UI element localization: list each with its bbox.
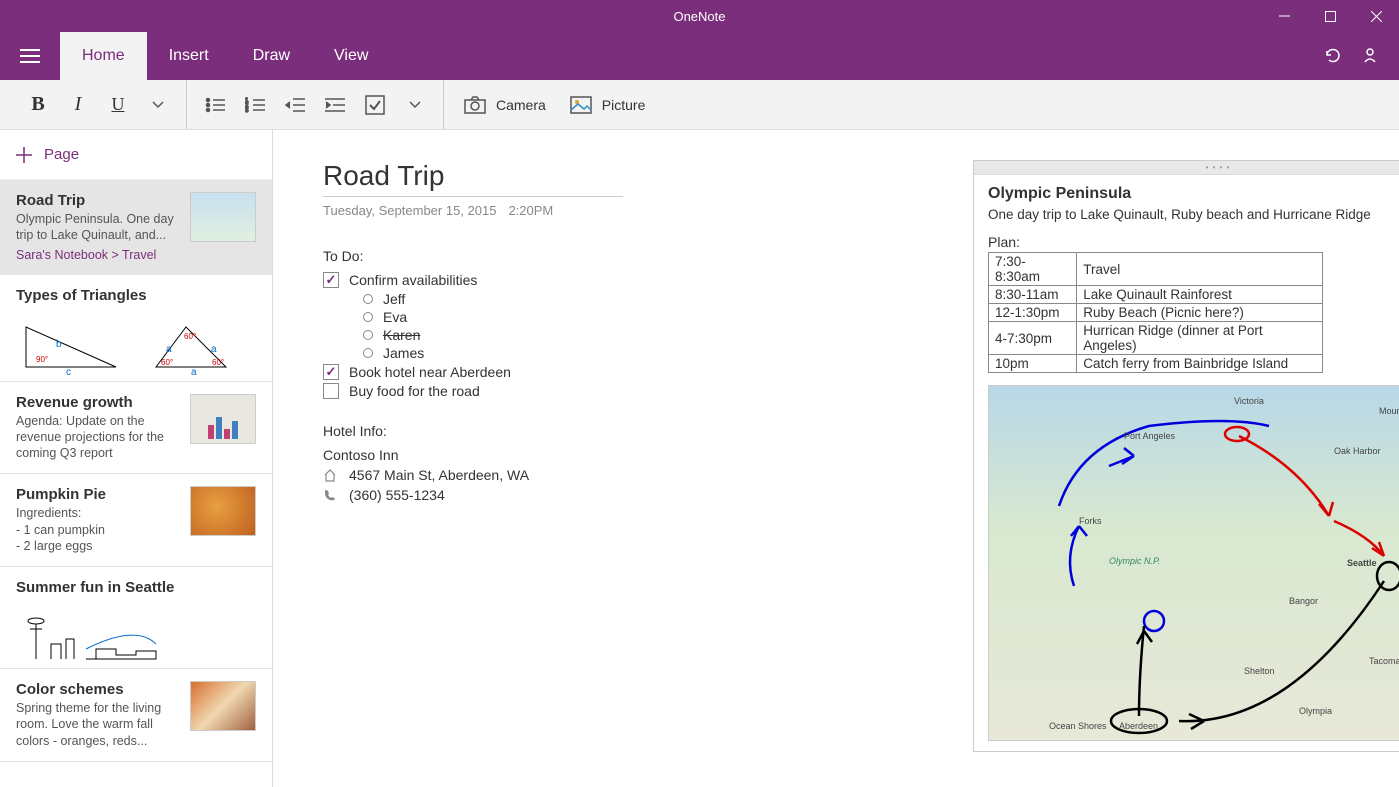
outdent-button[interactable] (275, 85, 315, 125)
home-icon (323, 468, 337, 482)
page-thumbnail (190, 486, 256, 536)
close-button[interactable] (1353, 0, 1399, 32)
page-item-snippet: Spring theme for the living room. Love t… (16, 700, 178, 749)
bullet-icon (363, 294, 373, 304)
plan-table: 7:30-8:30amTravel 8:30-11amLake Quinault… (988, 252, 1323, 373)
page-item-snippet: Olympic Peninsula. One day trip to Lake … (16, 211, 178, 244)
checkbox-icon[interactable] (323, 383, 339, 399)
ribbon-tabs: Home Insert Draw View (0, 32, 1399, 80)
ribbon-toolbar: B I U 123 Camera Picture (0, 80, 1399, 130)
tab-home[interactable]: Home (60, 32, 147, 80)
triangles-drawing: b 90° c 60° 60° 60° a a a (16, 306, 256, 388)
checkbox-icon[interactable] (323, 272, 339, 288)
table-row: 4-7:30pmHurrican Ridge (dinner at Port A… (989, 322, 1323, 355)
container-title: Olympic Peninsula (988, 185, 1399, 203)
svg-text:a: a (191, 367, 197, 378)
page-item-snippet: Agenda: Update on the revenue projection… (16, 413, 178, 462)
page-item-triangles[interactable]: Types of Triangles b 90° c 60° 60° 60° a a a (0, 275, 272, 382)
page-list-sidebar: Page Road Trip Olympic Peninsula. One da… (0, 130, 273, 787)
add-page-button[interactable]: Page (0, 130, 272, 180)
page-item-color-schemes[interactable]: Color schemes Spring theme for the livin… (0, 669, 272, 762)
plan-label: Plan: (988, 234, 1399, 250)
bullet-icon (363, 312, 373, 322)
page-item-title: Pumpkin Pie (16, 486, 178, 503)
picture-button[interactable]: Picture (558, 85, 658, 125)
tags-dropdown[interactable] (395, 85, 435, 125)
note-title[interactable]: Road Trip (323, 160, 623, 197)
map-image: Victoria Seattle Bellevue Tacoma Olympia… (988, 385, 1399, 741)
seattle-sketch (16, 598, 256, 675)
numbered-list-button[interactable]: 123 (235, 85, 275, 125)
svg-text:60°: 60° (161, 358, 173, 367)
bullet-icon (363, 348, 373, 358)
titlebar: OneNote (0, 0, 1399, 32)
note-container[interactable]: • • • • ↔ Olympic Peninsula One day trip… (973, 160, 1399, 752)
container-subtitle: One day trip to Lake Quinault, Ruby beac… (988, 207, 1399, 222)
indent-button[interactable] (315, 85, 355, 125)
font-dropdown[interactable] (138, 85, 178, 125)
camera-button[interactable]: Camera (452, 85, 558, 125)
note-canvas[interactable]: Road Trip Tuesday, September 15, 20152:2… (273, 130, 1399, 787)
table-row: 12-1:30pmRuby Beach (Picnic here?) (989, 304, 1323, 322)
phone-icon (323, 488, 337, 502)
svg-text:c: c (66, 367, 71, 378)
page-item-breadcrumb: Sara's Notebook > Travel (16, 248, 178, 262)
plus-icon (16, 147, 32, 163)
page-item-title: Summer fun in Seattle (16, 579, 256, 596)
hamburger-button[interactable] (0, 32, 60, 80)
maximize-button[interactable] (1307, 0, 1353, 32)
table-row: 8:30-11amLake Quinault Rainforest (989, 286, 1323, 304)
container-gripper[interactable]: • • • • ↔ (974, 161, 1399, 175)
page-item-snippet: Ingredients: - 1 can pumpkin - 2 large e… (16, 505, 178, 554)
svg-text:b: b (56, 339, 62, 350)
page-thumbnail (190, 394, 256, 444)
tab-insert[interactable]: Insert (147, 32, 231, 80)
page-item-title: Road Trip (16, 192, 178, 209)
checkbox-icon[interactable] (323, 364, 339, 380)
grip-icon: • • • • (1206, 163, 1231, 172)
page-item-title: Types of Triangles (16, 287, 256, 304)
share-button[interactable] (1361, 46, 1379, 67)
svg-text:a: a (211, 344, 217, 355)
table-row: 10pmCatch ferry from Bainbridge Island (989, 355, 1323, 373)
svg-text:60°: 60° (184, 332, 196, 341)
page-item-pumpkin[interactable]: Pumpkin Pie Ingredients: - 1 can pumpkin… (0, 474, 272, 567)
underline-button[interactable]: U (98, 85, 138, 125)
page-item-title: Color schemes (16, 681, 178, 698)
page-item-summer[interactable]: Summer fun in Seattle (0, 567, 272, 669)
page-item-revenue[interactable]: Revenue growth Agenda: Update on the rev… (0, 382, 272, 475)
camera-icon (464, 96, 486, 114)
app-title: OneNote (138, 9, 1261, 24)
italic-button[interactable]: I (58, 85, 98, 125)
undo-button[interactable] (1323, 46, 1341, 67)
svg-text:90°: 90° (36, 355, 48, 364)
tab-draw[interactable]: Draw (231, 32, 312, 80)
svg-text:60°: 60° (212, 358, 224, 367)
tab-view[interactable]: View (312, 32, 390, 80)
svg-text:3: 3 (245, 108, 249, 113)
page-thumbnail (190, 192, 256, 242)
bold-button[interactable]: B (18, 85, 58, 125)
page-thumbnail (190, 681, 256, 731)
checkbox-tag-button[interactable] (355, 85, 395, 125)
bulleted-list-button[interactable] (195, 85, 235, 125)
bullet-icon (363, 330, 373, 340)
minimize-button[interactable] (1261, 0, 1307, 32)
page-item-road-trip[interactable]: Road Trip Olympic Peninsula. One day tri… (0, 180, 272, 275)
picture-icon (570, 96, 592, 114)
svg-text:a: a (166, 344, 172, 355)
page-item-title: Revenue growth (16, 394, 178, 411)
table-row: 7:30-8:30amTravel (989, 253, 1323, 286)
